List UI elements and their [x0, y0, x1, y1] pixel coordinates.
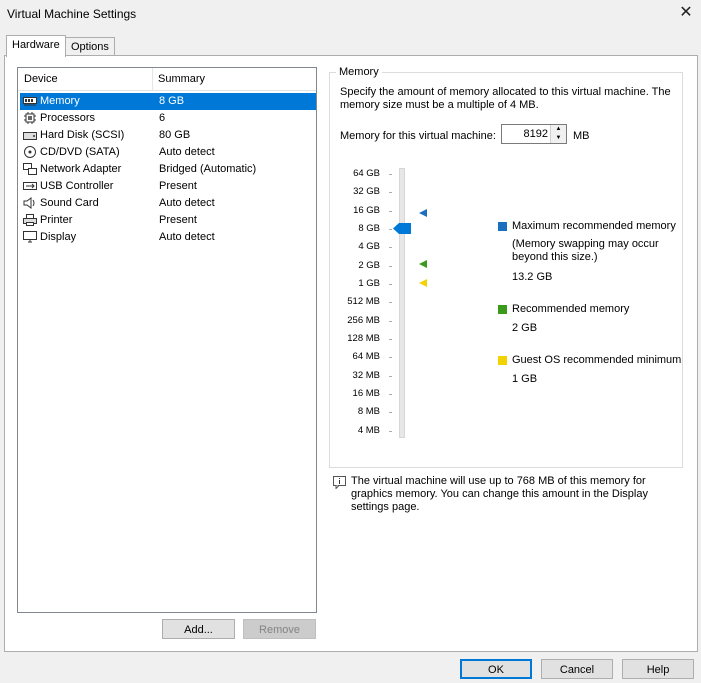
window-title: Virtual Machine Settings: [7, 7, 137, 21]
scale-tick-label: 4 MB: [357, 425, 380, 436]
column-header-summary[interactable]: Summary: [158, 73, 205, 85]
scale-tick-label: 16 GB: [353, 205, 380, 216]
help-button[interactable]: Help: [622, 659, 694, 679]
memory-input[interactable]: 8192: [524, 128, 548, 140]
device-name: USB Controller: [40, 180, 114, 192]
device-name: Printer: [40, 214, 73, 226]
recommended-swatch: [498, 305, 507, 314]
scale-tick-label: 16 MB: [352, 388, 380, 399]
device-summary: Auto detect: [159, 231, 215, 243]
tab-hardware[interactable]: Hardware: [6, 35, 66, 57]
scale-tick-label: 64 MB: [352, 351, 380, 362]
device-row-sound-card[interactable]: Sound Card Auto detect: [20, 195, 316, 212]
device-summary: Present: [159, 180, 197, 192]
device-summary: 6: [159, 112, 166, 124]
ok-button[interactable]: OK: [460, 659, 532, 679]
max-recommended-value: 13.2 GB: [512, 271, 553, 283]
minimum-label: Guest OS recommended minimum: [512, 354, 682, 366]
device-summary: Bridged (Automatic): [159, 163, 257, 175]
memory-icon: [23, 97, 37, 106]
device-name: CD/DVD (SATA): [40, 146, 120, 158]
memory-stepper[interactable]: 8192 ▲ ▼: [501, 124, 567, 144]
device-summary: Auto detect: [159, 146, 215, 158]
device-name: Network Adapter: [40, 163, 122, 175]
column-header-device[interactable]: Device: [24, 73, 58, 85]
scale-tick-label: 128 MB: [347, 333, 380, 344]
memory-group-label: Memory: [336, 66, 382, 78]
device-list-header: Device Summary: [18, 68, 316, 91]
device-name: Processors: [40, 112, 96, 124]
close-icon[interactable]: ✕: [676, 4, 696, 22]
device-row-network-adapter[interactable]: Network Adapter Bridged (Automatic): [20, 161, 316, 178]
cancel-button[interactable]: Cancel: [541, 659, 613, 679]
minimum-value: 1 GB: [512, 373, 538, 385]
speaker-icon: [23, 197, 35, 209]
usb-icon: [23, 182, 37, 190]
device-summary: 80 GB: [159, 129, 191, 141]
recommended-value: 2 GB: [512, 322, 538, 334]
memory-description: Specify the amount of memory allocated t…: [340, 86, 671, 111]
graphics-memory-note: The virtual machine will use up to 768 M…: [351, 475, 648, 513]
device-list[interactable]: Device Summary Memory 8 GB Processors 6 …: [17, 67, 317, 613]
device-row-printer[interactable]: Printer Present: [20, 212, 316, 229]
device-name: Hard Disk (SCSI): [40, 129, 125, 141]
scale-tick-label: 256 MB: [347, 315, 380, 326]
recommended-marker-icon: [419, 260, 427, 268]
device-summary: Present: [159, 214, 197, 226]
scale-tick-label: 64 GB: [353, 168, 380, 179]
max-recommended-label: Maximum recommended memory: [512, 220, 676, 232]
minimum-marker-icon: [419, 279, 427, 287]
network-adapter-icon: [23, 163, 37, 175]
scale-tick-label: 512 MB: [347, 296, 380, 307]
device-name: Display: [40, 231, 77, 243]
device-name: Memory: [40, 95, 80, 107]
device-row-display[interactable]: Display Auto detect: [20, 229, 316, 246]
scale-tick-label: 1 GB: [358, 278, 380, 289]
device-name: Sound Card: [40, 197, 99, 209]
info-icon: [333, 476, 346, 489]
memory-slider-thumb[interactable]: [393, 223, 411, 234]
scale-tick-label: 8 GB: [358, 223, 380, 234]
memory-slider-track[interactable]: [399, 168, 405, 438]
max-recommended-swatch: [498, 222, 507, 231]
processor-icon: [24, 112, 36, 124]
monitor-icon: [23, 231, 37, 243]
max-recommended-note: (Memory swapping may occur beyond this s…: [512, 238, 659, 263]
add-button[interactable]: Add...: [162, 619, 235, 639]
scale-tick-label: 8 MB: [357, 406, 380, 417]
minimum-swatch: [498, 356, 507, 365]
scale-tick-label: 32 MB: [352, 370, 380, 381]
memory-unit: MB: [573, 130, 590, 142]
stepper-up-icon[interactable]: ▲: [550, 125, 566, 134]
device-row-memory[interactable]: Memory 8 GB: [20, 93, 316, 110]
tab-options[interactable]: Options: [65, 37, 115, 56]
scale-tick-label: 32 GB: [353, 186, 380, 197]
max-recommended-marker-icon: [419, 209, 427, 217]
device-summary: Auto detect: [159, 197, 215, 209]
device-summary: 8 GB: [159, 95, 185, 107]
device-row-processors[interactable]: Processors 6: [20, 110, 316, 127]
stepper-down-icon[interactable]: ▼: [550, 134, 566, 143]
remove-button[interactable]: Remove: [243, 619, 316, 639]
scale-tick-label: 4 GB: [358, 241, 380, 252]
scale-tick-label: 2 GB: [358, 260, 380, 271]
printer-icon: [23, 214, 37, 226]
device-row-usb-controller[interactable]: USB Controller Present: [20, 178, 316, 195]
memory-field-label: Memory for this virtual machine:: [340, 130, 496, 142]
cd-dvd-icon: [24, 146, 36, 158]
hard-disk-icon: [23, 132, 37, 140]
device-row-cd-dvd[interactable]: CD/DVD (SATA) Auto detect: [20, 144, 316, 161]
recommended-label: Recommended memory: [512, 303, 630, 315]
device-row-hard-disk[interactable]: Hard Disk (SCSI) 80 GB: [20, 127, 316, 144]
